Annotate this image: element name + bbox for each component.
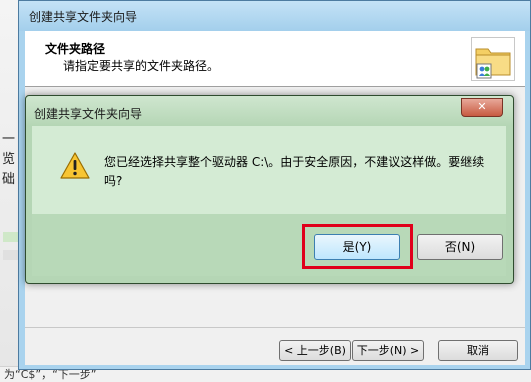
wizard-titlebar[interactable]: 创建共享文件夹向导 (19, 1, 530, 31)
header-title: 文件夹路径 (45, 42, 106, 56)
close-icon: ✕ (477, 100, 487, 113)
background-row (3, 250, 19, 260)
background-text-fragment: 础 (2, 172, 16, 187)
dialog-title: 创建共享文件夹向导 (34, 107, 143, 121)
background-text-fragment: 一 (2, 132, 16, 147)
yes-button[interactable]: 是(Y) (314, 234, 400, 260)
next-button[interactable]: 下一步(N) > (352, 340, 424, 361)
no-button[interactable]: 否(N) (417, 234, 503, 260)
dialog-content: 您已经选择共享整个驱动器 C:\。由于安全原因，不建议这样做。要继续吗? (32, 126, 506, 214)
shared-folder-icon (471, 37, 515, 81)
close-button[interactable]: ✕ (461, 98, 503, 117)
dialog-titlebar[interactable]: 创建共享文件夹向导 ✕ (26, 96, 513, 126)
confirm-dialog: 创建共享文件夹向导 ✕ 您已经选择共享整个驱动器 C:\。由于安全原因，不建议这… (25, 95, 514, 284)
warning-icon (60, 152, 90, 179)
dialog-button-area: 是(Y) 否(N) (32, 214, 506, 276)
wizard-header: 文件夹路径 请指定要共享的文件夹路径。 (25, 31, 525, 86)
background-text-fragment: 览 (2, 152, 16, 167)
header-subtitle: 请指定要共享的文件夹路径。 (63, 59, 220, 73)
back-button[interactable]: < 上一步(B) (279, 340, 351, 361)
background-row (3, 232, 19, 242)
cancel-button[interactable]: 取消 (438, 340, 518, 361)
wizard-footer: < 上一步(B) 下一步(N) > 取消 (25, 328, 525, 365)
wizard-title: 创建共享文件夹向导 (29, 10, 138, 24)
dialog-message: 您已经选择共享整个驱动器 C:\。由于安全原因，不建议这样做。要继续吗? (104, 155, 485, 188)
